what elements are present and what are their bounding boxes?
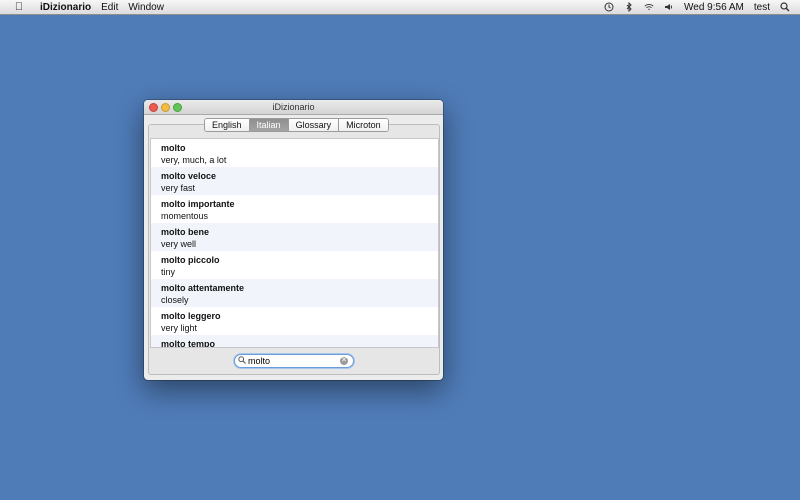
app-menu[interactable]: iDizionario — [40, 2, 91, 13]
search-icon — [238, 356, 248, 366]
list-item[interactable]: molto leggero very light — [151, 307, 438, 335]
entry-translation: tiny — [161, 267, 176, 277]
entry-translation: very well — [161, 239, 197, 249]
list-item[interactable]: molto bene very well — [151, 223, 438, 251]
entry-word: molto — [161, 143, 186, 153]
window-titlebar[interactable]: iDizionario — [144, 100, 443, 115]
dictionary-window: iDizionario English Italian Glossary Mic… — [144, 100, 443, 380]
menubar-clock[interactable]: Wed 9:56 AM — [684, 2, 744, 13]
tab-italian[interactable]: Italian — [249, 119, 289, 131]
list-item[interactable]: molto tempo — [151, 335, 438, 348]
entry-word: molto veloce — [161, 171, 217, 181]
entry-word: molto importante — [161, 199, 235, 209]
menu-window[interactable]: Window — [128, 2, 164, 13]
entry-translation: very light — [161, 323, 198, 333]
list-item[interactable]: molto piccolo tiny — [151, 251, 438, 279]
results-list[interactable]: molto very, much, a lot molto veloce ver… — [150, 138, 439, 348]
clear-search-icon[interactable]: ✕ — [340, 357, 348, 365]
search-bar: ✕ — [144, 350, 443, 380]
list-item[interactable]: molto attentamente closely — [151, 279, 438, 307]
wifi-icon[interactable] — [644, 2, 654, 12]
entry-translation: closely — [161, 295, 189, 305]
entry-word: molto attentamente — [161, 283, 245, 293]
apple-menu-icon[interactable]:  — [10, 1, 28, 13]
volume-icon[interactable] — [664, 2, 674, 12]
time-machine-icon[interactable] — [604, 2, 614, 12]
entry-word: molto bene — [161, 227, 210, 237]
entry-word: molto tempo — [161, 339, 215, 348]
entry-translation: very, much, a lot — [161, 155, 227, 165]
menu-bar:  iDizionario Edit Window Wed 9:56 AM te… — [0, 0, 800, 15]
list-item[interactable]: molto very, much, a lot — [151, 139, 438, 167]
status-area: Wed 9:56 AM test — [604, 0, 800, 14]
tab-bar: English Italian Glossary Microton — [204, 118, 389, 132]
tab-glossary[interactable]: Glossary — [288, 119, 340, 131]
entry-translation: very fast — [161, 183, 196, 193]
entry-word: molto leggero — [161, 311, 221, 321]
entry-word: molto piccolo — [161, 255, 220, 265]
search-field[interactable]: ✕ — [234, 354, 354, 368]
list-item[interactable]: molto importante momentous — [151, 195, 438, 223]
bluetooth-icon[interactable] — [624, 2, 634, 12]
tab-english[interactable]: English — [205, 119, 250, 131]
entry-translation: momentous — [161, 211, 209, 221]
list-item[interactable]: molto veloce very fast — [151, 167, 438, 195]
window-title: iDizionario — [272, 102, 315, 112]
search-input[interactable] — [248, 356, 336, 366]
spotlight-search-icon[interactable] — [780, 2, 790, 12]
tab-microton[interactable]: Microton — [339, 119, 388, 131]
menu-edit[interactable]: Edit — [101, 2, 118, 13]
menubar-user[interactable]: test — [754, 2, 770, 13]
